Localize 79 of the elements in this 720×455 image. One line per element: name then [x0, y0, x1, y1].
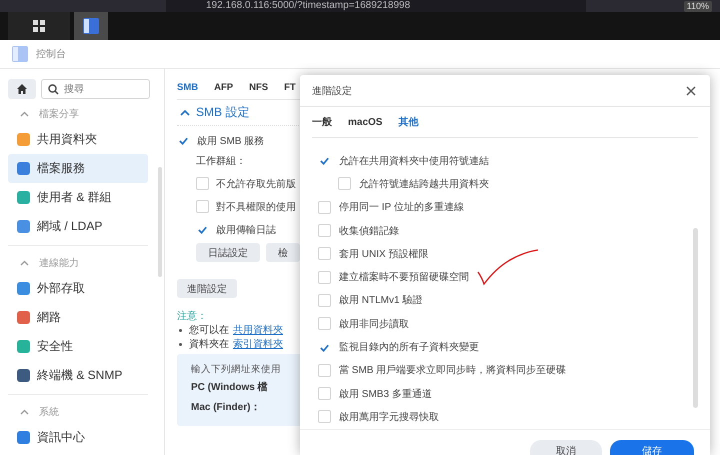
checkbox[interactable] — [318, 294, 331, 307]
zoom-level[interactable]: 110% — [684, 1, 712, 12]
log-button[interactable]: 日誌設定 — [196, 243, 260, 262]
tab[interactable]: macOS — [348, 116, 382, 128]
checkbox[interactable] — [338, 177, 351, 190]
checkbox[interactable] — [318, 410, 331, 424]
checkbox-label: 停用同一 IP 位址的多重連線 — [339, 200, 464, 214]
sidebar-item[interactable]: 網路 — [8, 303, 148, 332]
tab[interactable]: SMB — [177, 79, 198, 99]
checkbox[interactable] — [318, 317, 331, 330]
checkbox-label: 允許符號連結跨越共用資料夾 — [359, 178, 489, 191]
chevron-icon — [20, 409, 29, 415]
chevron-icon — [20, 111, 29, 117]
advanced-settings-button[interactable]: 進階設定 — [177, 279, 237, 298]
checkbox[interactable] — [318, 224, 331, 238]
chevron-icon — [180, 109, 190, 116]
grid-icon[interactable] — [8, 12, 70, 40]
checkbox-label: 啟用萬用字元搜尋快取 — [339, 410, 439, 424]
bullet-icon — [179, 342, 182, 346]
tab[interactable]: NFS — [249, 79, 268, 99]
home-icon — [16, 83, 28, 95]
cancel-button[interactable]: 取消 — [530, 440, 602, 455]
sidebar-item[interactable]: 檔案服務 — [8, 154, 148, 183]
save-button[interactable]: 儲存 — [610, 440, 694, 455]
control-panel-icon — [12, 46, 28, 62]
sidebar-item[interactable]: 網域 / LDAP — [8, 212, 148, 241]
tab[interactable]: AFP — [214, 79, 234, 99]
chevron-icon — [20, 260, 29, 266]
sidebar-item[interactable]: 安全性 — [8, 332, 148, 361]
control-panel-icon[interactable] — [74, 12, 108, 40]
checkbox-label: 監視目錄內的所有子資料夾變更 — [339, 340, 479, 354]
checkbox[interactable] — [318, 364, 331, 377]
app-title: 控制台 — [36, 48, 66, 61]
tab[interactable]: 一般 — [312, 115, 332, 129]
note-text: 資料夾在 — [189, 338, 229, 351]
link[interactable]: 共用資料夾 — [233, 323, 283, 337]
dialog-title: 進階設定 — [312, 84, 352, 98]
search-icon — [48, 84, 59, 95]
checkbox-label: 啟用 SMB3 多重通道 — [339, 388, 432, 401]
tab[interactable]: FT — [284, 79, 296, 99]
checkbox-label: 啟用非同步讀取 — [339, 318, 409, 331]
checkbox-label: 對不具權限的使用 — [216, 200, 296, 214]
sidebar-item[interactable]: 使用者 & 群組 — [8, 183, 148, 212]
note-text: 您可以在 — [189, 324, 229, 337]
sidebar-item[interactable]: 外部存取 — [8, 274, 148, 303]
checkbox-label: 啟用 SMB 服務 — [197, 134, 264, 148]
log-button[interactable]: 檢 — [266, 243, 300, 262]
checkbox-label: 不允許存取先前版 — [216, 178, 296, 190]
close-icon[interactable] — [686, 86, 696, 96]
checkbox-label: 建立檔案時不要預留硬碟空間 — [339, 270, 469, 284]
checkbox-label: 允許在共用資料夾中使用符號連結 — [339, 154, 489, 168]
home-button[interactable] — [8, 79, 36, 99]
sidebar-item[interactable]: 終端機 & SNMP — [8, 361, 148, 390]
scrollbar[interactable] — [693, 228, 698, 408]
sidebar-item[interactable]: 共用資料夾 — [8, 125, 148, 154]
checkbox[interactable] — [318, 200, 331, 214]
checkbox[interactable] — [318, 270, 331, 284]
handwritten-check-drawing — [476, 248, 540, 288]
scrollbar[interactable] — [158, 167, 162, 277]
info-label: PC (Windows 檔 — [191, 380, 269, 395]
checkbox-label: 啟用 NTLMv1 驗證 — [339, 294, 422, 308]
bullet-icon — [179, 328, 182, 332]
address-field[interactable]: 192.168.0.116:5000/?timestamp=1689218998 — [166, 0, 586, 12]
field-label: 工作群組： — [196, 155, 247, 169]
checkbox[interactable] — [196, 177, 209, 190]
checkbox[interactable] — [318, 387, 331, 400]
checkbox[interactable] — [318, 247, 331, 260]
sidebar-item[interactable]: 資訊中心 — [8, 423, 148, 452]
checkbox[interactable] — [196, 200, 209, 213]
info-text: 輸入下列網址來使用 — [191, 363, 282, 377]
checkbox-label: 當 SMB 用戶端要求立即同步時，將資料同步至硬碟 — [339, 364, 566, 378]
checkbox-label: 套用 UNIX 預設權限 — [339, 248, 428, 261]
link[interactable]: 索引資料夾 — [233, 337, 283, 351]
search-field[interactable]: 搜尋 — [41, 79, 150, 99]
info-label: Mac (Finder)： — [191, 401, 262, 415]
note-title: 注意： — [177, 310, 208, 323]
checkbox-label: 啟用傳輸日誌 — [216, 224, 276, 236]
checkbox-label: 收集偵錯記錄 — [339, 224, 399, 238]
tab[interactable]: 其他 — [398, 115, 418, 129]
